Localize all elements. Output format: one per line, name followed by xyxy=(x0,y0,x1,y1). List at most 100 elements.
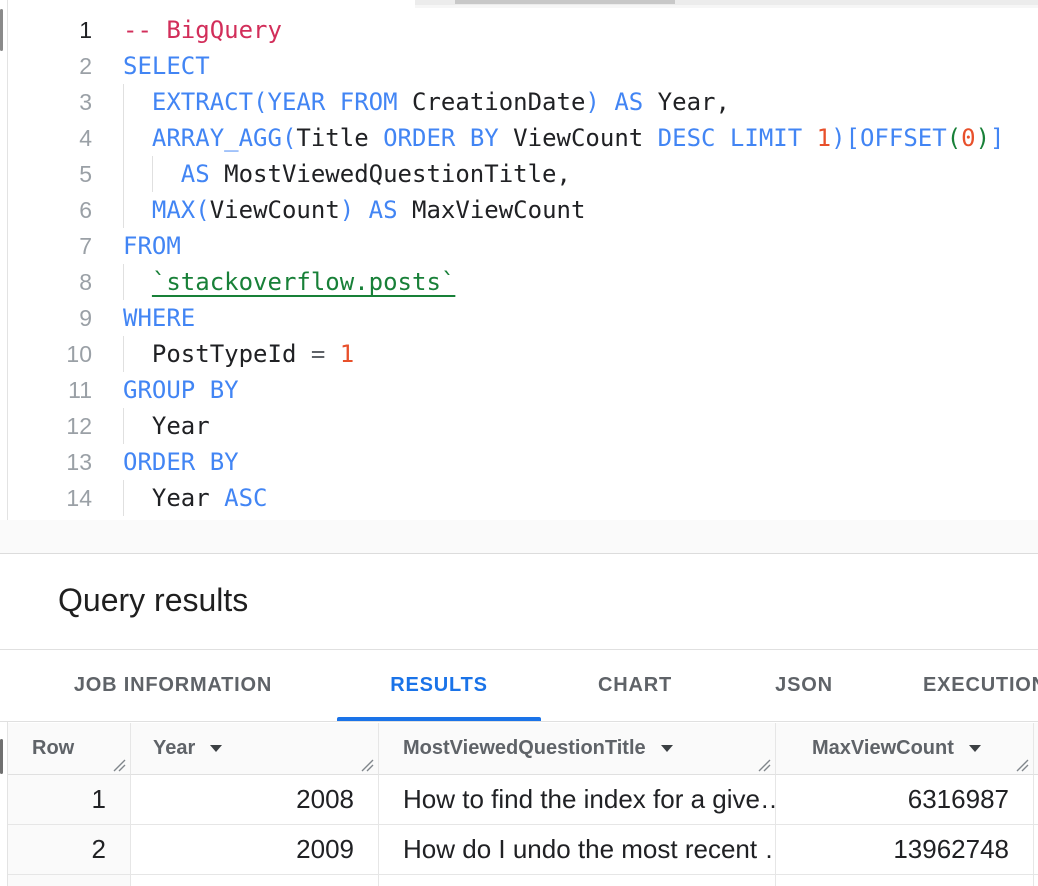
column-resize-icon[interactable] xyxy=(758,759,771,772)
line-number: 12 xyxy=(8,408,92,444)
column-header-year[interactable]: Year xyxy=(130,723,378,775)
table-cell: 2009 xyxy=(130,825,378,875)
code-token: CreationDate xyxy=(412,88,585,116)
code-token: = xyxy=(311,340,325,368)
code-token xyxy=(195,448,209,476)
code-token: WHERE xyxy=(123,304,195,332)
code-token: AS xyxy=(614,88,643,116)
code-content[interactable]: MAX(ViewCount) AS MaxViewCount xyxy=(92,192,1038,228)
code-token: ) xyxy=(831,124,845,152)
code-content[interactable]: `stackoverflow.posts` xyxy=(92,264,1038,300)
code-token xyxy=(369,124,383,152)
code-content[interactable]: FROM xyxy=(92,228,1038,264)
table-row: 2 2009How do I undo the most recent … 1396… xyxy=(8,825,1038,875)
line-number: 2 xyxy=(8,48,92,84)
tab-job-information[interactable]: JOB INFORMATION xyxy=(33,650,313,721)
code-token xyxy=(643,124,657,152)
line-number: 10 xyxy=(8,336,92,372)
cell-value: How to find the index for a give… xyxy=(403,784,775,815)
code-content[interactable]: WHERE xyxy=(92,300,1038,336)
column-header-maxviewcount[interactable]: MaxViewCount xyxy=(775,723,1033,775)
code-content[interactable]: ARRAY_AGG(Title ORDER BY ViewCount DESC … xyxy=(92,120,1038,156)
tab-chart[interactable]: CHART xyxy=(565,650,705,721)
column-resize-icon[interactable] xyxy=(113,759,126,772)
results-tab-bar: JOB INFORMATION RESULTS CHART JSON EXECUTION… xyxy=(0,650,1038,722)
column-menu-icon[interactable] xyxy=(210,745,222,752)
code-line: 12 Year xyxy=(8,408,1038,444)
line-number: 4 xyxy=(8,120,92,156)
tab-label: RESULTS xyxy=(390,674,487,697)
code-content[interactable]: -- BigQuery xyxy=(92,12,1038,48)
code-content[interactable]: PostTypeId = 1 xyxy=(92,336,1038,372)
code-token: 1 xyxy=(340,340,354,368)
code-token xyxy=(802,124,816,152)
code-content[interactable]: Year xyxy=(92,408,1038,444)
table-cell: 2008 xyxy=(130,775,378,825)
code-token xyxy=(123,160,181,188)
cell-value: 2 xyxy=(92,834,106,865)
code-token xyxy=(325,340,339,368)
code-token: BY xyxy=(210,376,239,404)
code-editor[interactable]: 1-- BigQuery2SELECT3 EXTRACT(YEAR FROM C… xyxy=(8,8,1038,520)
code-token: ORDER xyxy=(383,124,455,152)
code-token xyxy=(499,124,513,152)
code-line: 9WHERE xyxy=(8,300,1038,336)
editor-bottom-band xyxy=(0,520,1038,554)
code-content[interactable]: GROUP BY xyxy=(92,372,1038,408)
bigquery-panel: 1-- BigQuery2SELECT3 EXTRACT(YEAR FROM C… xyxy=(0,0,1038,886)
line-number: 8 xyxy=(8,264,92,300)
table-row: 1 2008 How to find the index for a give… 63… xyxy=(8,775,1038,825)
column-resize-icon[interactable] xyxy=(1016,759,1029,772)
row-number-cell: 1 xyxy=(8,775,130,825)
code-token xyxy=(455,124,469,152)
column-header-mostviewedquestiontitle[interactable]: MostViewedQuestionTitle xyxy=(378,723,775,775)
tab-json[interactable]: JSON xyxy=(729,650,879,721)
code-token: ) xyxy=(976,124,990,152)
code-token: MaxViewCount xyxy=(412,196,585,224)
column-menu-icon[interactable] xyxy=(661,745,673,752)
code-token: BY xyxy=(470,124,499,152)
column-header-extra[interactable] xyxy=(1033,723,1038,775)
cell-value: 13962748 xyxy=(893,834,1009,865)
code-content[interactable]: Year ASC xyxy=(92,480,1038,516)
code-token: [ xyxy=(846,124,860,152)
code-token: 1 xyxy=(817,124,831,152)
code-token: PostTypeId xyxy=(152,340,297,368)
column-menu-icon[interactable] xyxy=(969,745,981,752)
tab-label: CHART xyxy=(598,674,672,697)
line-number: 14 xyxy=(8,480,92,516)
code-token xyxy=(123,268,152,296)
code-token: ARRAY_AGG xyxy=(152,124,282,152)
vertical-scrollbar-thumb[interactable] xyxy=(0,9,3,51)
column-header-row[interactable]: Row xyxy=(8,723,130,775)
table-cell: 13962748 xyxy=(775,825,1033,875)
tab-label: JSON xyxy=(775,674,833,697)
tab-results[interactable]: RESULTS xyxy=(337,650,541,721)
code-token xyxy=(354,196,368,224)
code-token xyxy=(600,88,614,116)
code-content[interactable]: SELECT xyxy=(92,48,1038,84)
column-resize-icon[interactable] xyxy=(361,759,374,772)
code-content[interactable]: EXTRACT(YEAR FROM CreationDate) AS Year, xyxy=(92,84,1038,120)
code-token xyxy=(123,340,152,368)
table-reference-link[interactable]: `stackoverflow.posts` xyxy=(152,268,455,296)
cell-value: 6316987 xyxy=(908,784,1009,815)
code-content[interactable]: AS MostViewedQuestionTitle, xyxy=(92,156,1038,192)
tab-execution-details[interactable]: EXECUTION DETAILS xyxy=(903,650,1038,721)
cell-value: 2008 xyxy=(296,784,354,815)
column-header-label: Year xyxy=(153,737,195,760)
table-cell: How do I undo the most recent … xyxy=(378,825,775,875)
code-token: Year xyxy=(152,484,210,512)
cell-value: 1 xyxy=(92,784,106,815)
code-line: 2SELECT xyxy=(8,48,1038,84)
horizontal-scrollbar-thumb[interactable] xyxy=(455,0,675,4)
vertical-scrollbar-thumb[interactable] xyxy=(0,739,3,774)
code-content[interactable]: ORDER BY xyxy=(92,444,1038,480)
table-cell xyxy=(130,875,378,886)
table-cell: 6316987 xyxy=(775,775,1033,825)
code-line: 11GROUP BY xyxy=(8,372,1038,408)
code-line: 1-- BigQuery xyxy=(8,12,1038,48)
code-token: AS xyxy=(181,160,210,188)
code-token: ( xyxy=(253,88,267,116)
code-token: ViewCount xyxy=(210,196,340,224)
